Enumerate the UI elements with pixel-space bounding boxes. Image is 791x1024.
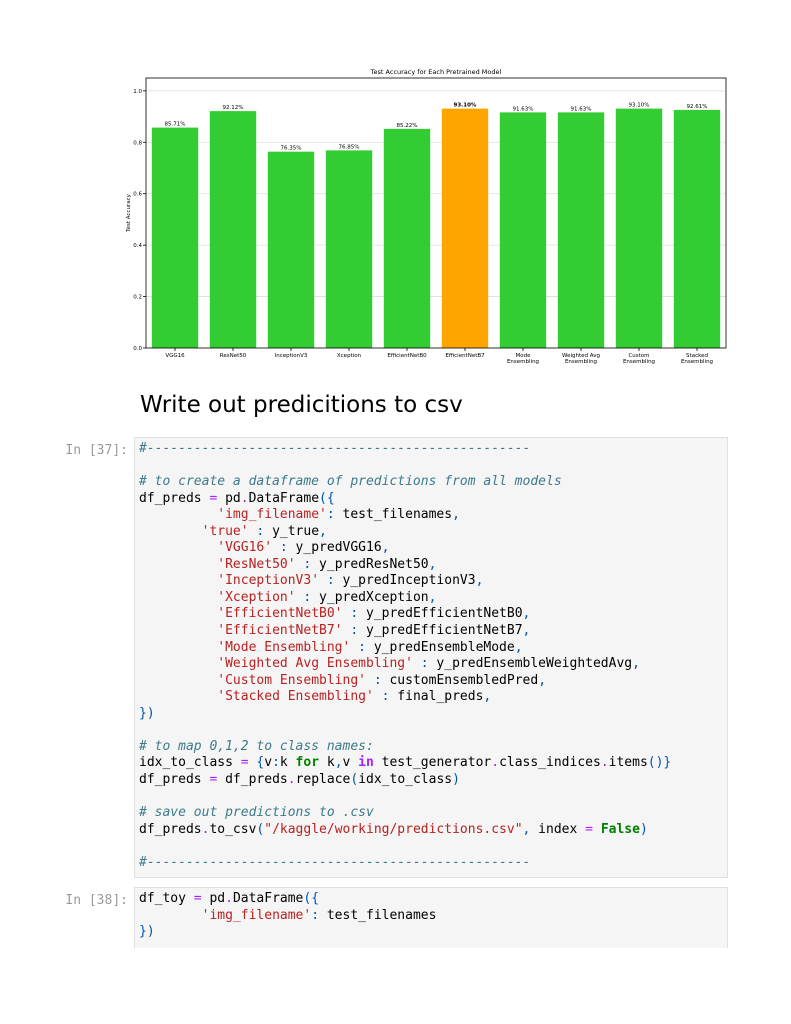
accuracy-bar-chart: 0.0 0.2 0.4 0.6 0.8 1.0 85.71% VGG16 92.12% ResNe… xyxy=(126,68,727,365)
x-tick-label: InceptionV3 xyxy=(275,353,308,359)
x-tick-label: EfficientNetB0 xyxy=(387,353,427,359)
data-label: 91.63% xyxy=(571,106,592,112)
data-label: 85.22% xyxy=(397,123,418,129)
data-label: 76.85% xyxy=(339,144,360,150)
y-tick-label: 0.6 xyxy=(133,192,142,198)
data-label: 92.61% xyxy=(687,104,708,110)
code-editor[interactable]: df_toy = pd.DataFrame({ 'img_filename': … xyxy=(134,887,728,948)
cell-prompt: In [37]: xyxy=(65,443,128,458)
markdown-heading: Write out predicitions to csv xyxy=(140,392,463,418)
bar-3 xyxy=(325,150,373,348)
data-label: 76.35% xyxy=(281,146,302,152)
bar-9 xyxy=(673,109,721,348)
chart-title: Test Accuracy for Each Pretrained Model xyxy=(370,68,502,76)
x-tick-label: Mode Ensembling xyxy=(507,353,539,365)
cell-prompt: In [38]: xyxy=(65,893,128,908)
code-editor[interactable]: #---------------------------------------… xyxy=(134,437,728,878)
y-tick-label: 1.0 xyxy=(133,89,142,95)
data-label: 92.12% xyxy=(223,105,244,111)
data-label: 91.63% xyxy=(513,106,534,112)
y-tick-label: 0.2 xyxy=(133,295,142,301)
x-tick-label: Stacked Ensembling xyxy=(681,353,713,365)
y-axis-label: Test Accuracy xyxy=(126,193,132,232)
x-tick-label: EfficientNetB7 xyxy=(445,353,485,359)
x-tick-label: Xception xyxy=(337,353,362,359)
bar-4 xyxy=(383,128,431,348)
bar-1 xyxy=(209,111,257,348)
x-tick-label: Custom Ensembling xyxy=(623,353,655,365)
bar-7 xyxy=(557,112,605,348)
y-tick-label: 0.0 xyxy=(133,346,142,352)
y-tick-label: 0.8 xyxy=(133,140,142,146)
data-label: 93.10% xyxy=(454,103,477,109)
code-text: df_toy = pd.DataFrame({ 'img_filename': … xyxy=(139,891,437,940)
data-label: 85.71% xyxy=(165,122,186,128)
x-tick-label: ResNet50 xyxy=(220,353,247,359)
bar-0 xyxy=(151,127,199,348)
bar-6 xyxy=(499,112,547,348)
bar-2 xyxy=(267,151,315,348)
bar-5 xyxy=(441,108,489,348)
y-tick-label: 0.4 xyxy=(133,243,142,249)
data-label: 93.10% xyxy=(629,103,650,109)
x-tick-label: Weighted Avg Ensembling xyxy=(562,353,600,365)
x-tick-label: VGG16 xyxy=(165,353,185,359)
bar-8 xyxy=(615,108,663,348)
code-text: #---------------------------------------… xyxy=(139,441,672,870)
